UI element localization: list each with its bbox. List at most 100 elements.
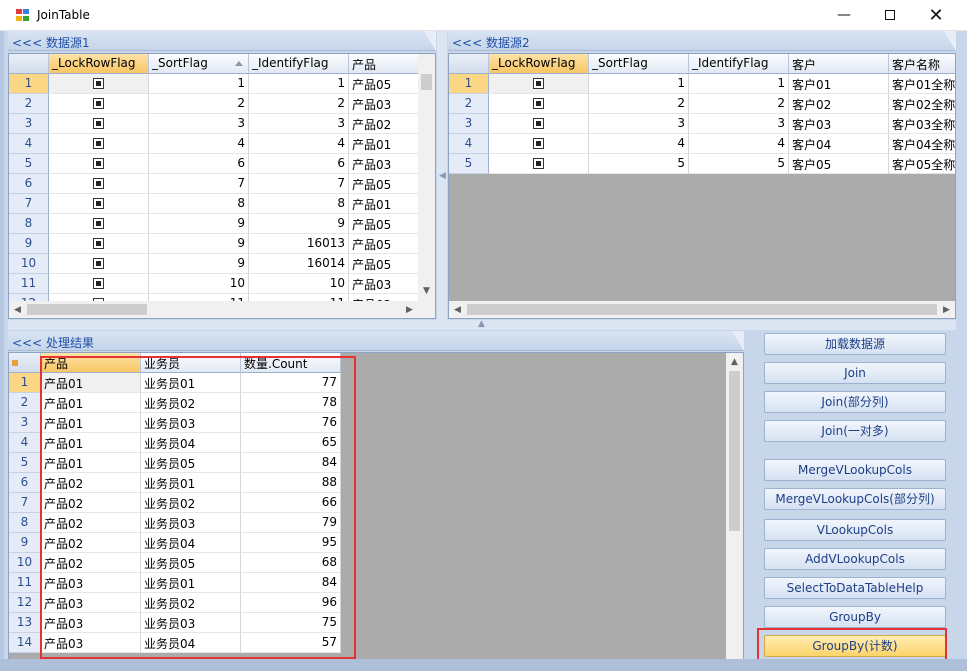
- count-cell[interactable]: 57: [241, 633, 341, 653]
- column-header[interactable]: _LockRowFlag: [49, 54, 149, 74]
- product-cell[interactable]: 产品03: [41, 613, 141, 633]
- lock-row-cell[interactable]: [489, 114, 589, 134]
- count-cell[interactable]: 77: [241, 373, 341, 393]
- customer-cell[interactable]: 客户05: [789, 154, 889, 174]
- column-header[interactable]: 数量.Count: [241, 353, 341, 373]
- sort-flag-cell[interactable]: 2: [589, 94, 689, 114]
- vertical-scrollbar[interactable]: ▲: [726, 353, 743, 661]
- identify-flag-cell[interactable]: 10: [249, 274, 349, 294]
- scroll-down-icon[interactable]: ▼: [418, 282, 435, 299]
- product-cell[interactable]: 产品02: [41, 493, 141, 513]
- product-cell[interactable]: 产品03: [41, 593, 141, 613]
- salesperson-cell[interactable]: 业务员05: [141, 553, 241, 573]
- customer-cell[interactable]: 客户03: [789, 114, 889, 134]
- row-number[interactable]: 7: [9, 194, 49, 214]
- row-number[interactable]: 3: [449, 114, 489, 134]
- table-row[interactable]: 3 3 3 客户03 客户03全称: [449, 114, 955, 134]
- table-row[interactable]: 12 产品03 业务员02 96: [9, 593, 341, 613]
- column-header[interactable]: _SortFlag: [149, 54, 249, 74]
- corner-cell[interactable]: [449, 54, 489, 74]
- salesperson-cell[interactable]: 业务员03: [141, 613, 241, 633]
- count-cell[interactable]: 79: [241, 513, 341, 533]
- source2-grid[interactable]: _LockRowFlag _SortFlag _IdentifyFlag 客户 客户名称…: [448, 53, 956, 319]
- product-cell[interactable]: 产品01: [41, 413, 141, 433]
- vlookup-button[interactable]: VLookupCols: [764, 519, 946, 541]
- maximize-icon[interactable]: [867, 0, 913, 30]
- count-cell[interactable]: 68: [241, 553, 341, 573]
- table-row[interactable]: 2 2 2 产品03: [9, 94, 419, 114]
- vertical-splitter[interactable]: ◀: [437, 31, 447, 321]
- lock-row-cell[interactable]: [49, 234, 149, 254]
- table-row[interactable]: 2 产品01 业务员02 78: [9, 393, 341, 413]
- scroll-thumb[interactable]: [27, 304, 147, 315]
- product-cell[interactable]: 产品01: [349, 194, 419, 214]
- product-cell[interactable]: 产品05: [349, 214, 419, 234]
- count-cell[interactable]: 84: [241, 453, 341, 473]
- merge-vlookup-button[interactable]: MergeVLookupCols: [764, 459, 946, 481]
- lock-row-cell[interactable]: [49, 214, 149, 234]
- product-cell[interactable]: 产品01: [41, 453, 141, 473]
- column-header[interactable]: 客户名称: [889, 54, 955, 74]
- customer-name-cell[interactable]: 客户05全称: [889, 154, 955, 174]
- column-header[interactable]: 客户: [789, 54, 889, 74]
- identify-flag-cell[interactable]: 2: [249, 94, 349, 114]
- salesperson-cell[interactable]: 业务员04: [141, 433, 241, 453]
- product-cell[interactable]: 产品05: [349, 234, 419, 254]
- sort-flag-cell[interactable]: 9: [149, 254, 249, 274]
- table-row[interactable]: 8 9 9 产品05: [9, 214, 419, 234]
- table-row[interactable]: 4 4 4 产品01: [9, 134, 419, 154]
- lock-row-cell[interactable]: [49, 154, 149, 174]
- product-cell[interactable]: 产品03: [349, 94, 419, 114]
- table-row[interactable]: 3 产品01 业务员03 76: [9, 413, 341, 433]
- count-cell[interactable]: 76: [241, 413, 341, 433]
- table-row[interactable]: 4 4 4 客户04 客户04全称: [449, 134, 955, 154]
- row-number[interactable]: 4: [449, 134, 489, 154]
- product-cell[interactable]: 产品02: [41, 533, 141, 553]
- row-number[interactable]: 4: [9, 433, 41, 453]
- groupby-button[interactable]: GroupBy: [764, 606, 946, 628]
- count-cell[interactable]: 78: [241, 393, 341, 413]
- row-number[interactable]: 12: [9, 593, 41, 613]
- checkbox-icon[interactable]: [93, 158, 104, 169]
- column-header[interactable]: 产品: [349, 54, 419, 74]
- product-cell[interactable]: 产品01: [41, 393, 141, 413]
- customer-name-cell[interactable]: 客户03全称: [889, 114, 955, 134]
- checkbox-icon[interactable]: [93, 178, 104, 189]
- column-header[interactable]: _LockRowFlag: [489, 54, 589, 74]
- row-number[interactable]: 4: [9, 134, 49, 154]
- table-row[interactable]: 2 2 2 客户02 客户02全称: [449, 94, 955, 114]
- identify-flag-cell[interactable]: 4: [689, 134, 789, 154]
- row-number[interactable]: 6: [9, 174, 49, 194]
- identify-flag-cell[interactable]: 16014: [249, 254, 349, 274]
- lock-row-cell[interactable]: [49, 194, 149, 214]
- horizontal-scrollbar[interactable]: ◀ ▶: [449, 301, 955, 318]
- product-cell[interactable]: 产品05: [349, 254, 419, 274]
- corner-cell[interactable]: [9, 54, 49, 74]
- row-number[interactable]: 2: [449, 94, 489, 114]
- identify-flag-cell[interactable]: 5: [689, 154, 789, 174]
- row-number[interactable]: 11: [9, 573, 41, 593]
- column-header[interactable]: _IdentifyFlag: [249, 54, 349, 74]
- table-row[interactable]: 5 产品01 业务员05 84: [9, 453, 341, 473]
- customer-name-cell[interactable]: 客户01全称: [889, 74, 955, 94]
- scroll-right-icon[interactable]: ▶: [938, 301, 955, 318]
- sort-flag-cell[interactable]: 3: [589, 114, 689, 134]
- horizontal-scrollbar[interactable]: ◀ ▶: [9, 301, 435, 318]
- row-number[interactable]: 1: [9, 373, 41, 393]
- identify-flag-cell[interactable]: 1: [689, 74, 789, 94]
- count-cell[interactable]: 66: [241, 493, 341, 513]
- column-header[interactable]: _IdentifyFlag: [689, 54, 789, 74]
- count-cell[interactable]: 65: [241, 433, 341, 453]
- row-number[interactable]: 13: [9, 613, 41, 633]
- table-row[interactable]: 14 产品03 业务员04 57: [9, 633, 341, 653]
- checkbox-icon[interactable]: [93, 78, 104, 89]
- groupby-count-button[interactable]: GroupBy(计数): [764, 635, 946, 657]
- sort-flag-cell[interactable]: 8: [149, 194, 249, 214]
- identify-flag-cell[interactable]: 3: [249, 114, 349, 134]
- sort-flag-cell[interactable]: 4: [589, 134, 689, 154]
- table-row[interactable]: 8 产品02 业务员03 79: [9, 513, 341, 533]
- count-cell[interactable]: 88: [241, 473, 341, 493]
- table-row[interactable]: 10 产品02 业务员05 68: [9, 553, 341, 573]
- join-button[interactable]: Join: [764, 362, 946, 384]
- join-one-to-many-button[interactable]: Join(一对多): [764, 420, 946, 442]
